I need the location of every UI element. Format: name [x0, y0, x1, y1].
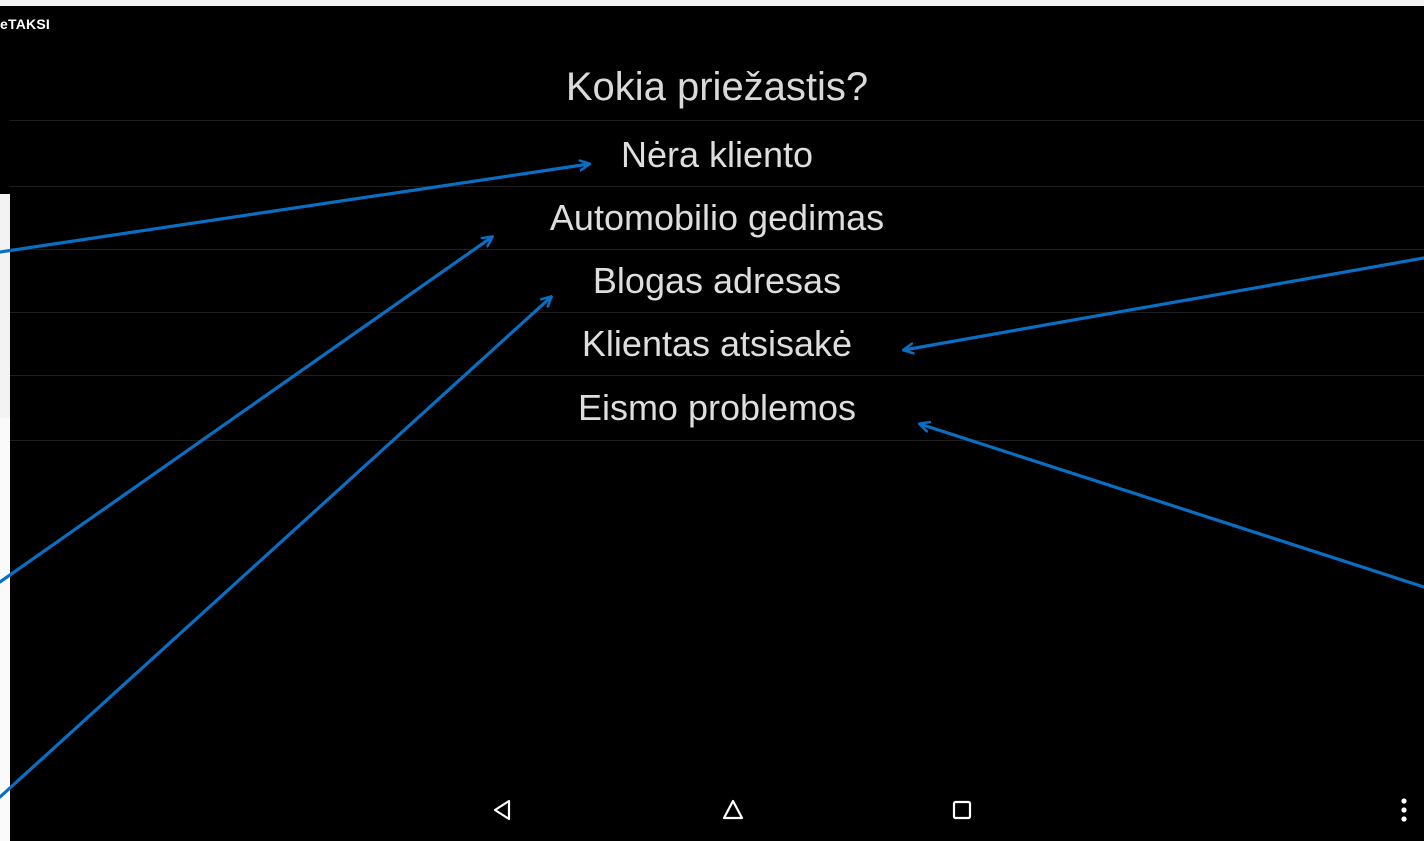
recent-apps-icon: [952, 800, 972, 820]
frame-edge-top: [0, 0, 1424, 6]
app-screen: eTAKSI Kokia priežastis? Nėra kliento Au…: [0, 0, 1424, 841]
home-button[interactable]: [713, 790, 753, 830]
reason-option-traffic-problems[interactable]: Eismo problemos: [10, 376, 1424, 440]
reason-option-no-client[interactable]: Nėra kliento: [10, 124, 1424, 186]
frame-edge-left-lower: [0, 418, 10, 841]
recent-apps-button[interactable]: [942, 790, 982, 830]
divider: [10, 120, 1424, 121]
back-button[interactable]: [482, 790, 522, 830]
system-navigation-bar: [10, 770, 1424, 841]
overflow-menu-icon: [1401, 798, 1407, 822]
app-name: eTAKSI: [0, 16, 50, 32]
annotation-arrow: [920, 424, 1424, 589]
overflow-menu-button[interactable]: [1392, 790, 1416, 830]
back-icon: [493, 799, 511, 821]
reason-option-client-declined[interactable]: Klientas atsisakė: [10, 313, 1424, 375]
reason-option-car-breakdown[interactable]: Automobilio gedimas: [10, 187, 1424, 249]
divider: [10, 440, 1424, 441]
reason-option-bad-address[interactable]: Blogas adresas: [10, 250, 1424, 312]
dialog-title: Kokia priežastis?: [565, 65, 869, 109]
home-icon: [722, 799, 744, 820]
frame-edge-left: [0, 194, 10, 418]
